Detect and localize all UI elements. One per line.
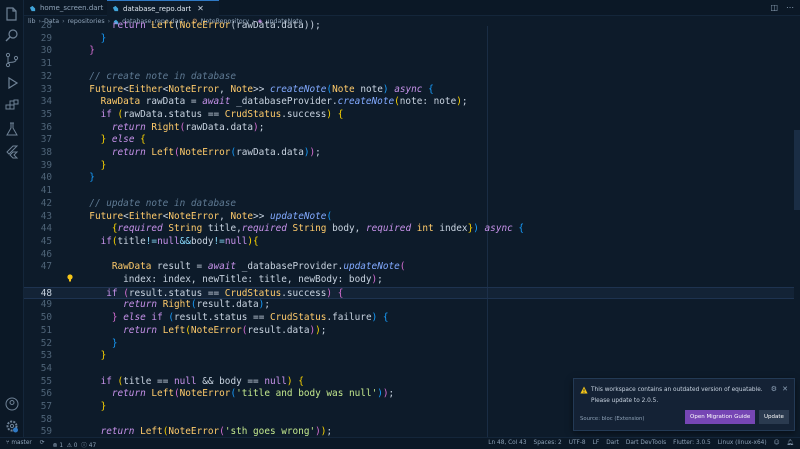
problems-count: 1 ⚠ 0 ⓘ 47 bbox=[59, 443, 97, 449]
code-line: 39 } bbox=[40, 159, 107, 171]
indentation[interactable]: Spaces: 2 bbox=[534, 440, 562, 446]
scrollbar-thumb[interactable] bbox=[794, 130, 800, 210]
code-line: 53 } bbox=[40, 350, 107, 362]
dart-file-icon bbox=[29, 5, 36, 11]
branch-indicator[interactable]: ⑂ master bbox=[6, 440, 32, 449]
tab-database-repo[interactable]: database_repo.dart ✕ bbox=[107, 0, 219, 16]
dart-devtools[interactable]: Dart DevTools bbox=[626, 440, 666, 446]
scrollbar[interactable] bbox=[794, 26, 800, 437]
split-editor-icon[interactable]: ◫ bbox=[770, 3, 778, 12]
open-migration-guide-button[interactable]: Open Migration Guide bbox=[685, 410, 756, 424]
warning-icon bbox=[580, 386, 588, 394]
notifications-icon[interactable]: 🔔︎ bbox=[787, 440, 794, 446]
code-line: 43 Future<Either<NoteError, Note>> updat… bbox=[40, 210, 333, 222]
language-mode[interactable]: Dart bbox=[606, 440, 619, 446]
dart-file-icon bbox=[112, 5, 119, 12]
notification-toast: This workspace contains an outdated vers… bbox=[573, 378, 795, 431]
code-line: 50 } else if (result.status == CrudStatu… bbox=[40, 312, 389, 324]
code-line: 44 {required String title,required Strin… bbox=[40, 223, 525, 235]
code-line: 38 return Left(NoteError(rawData.data)); bbox=[40, 147, 321, 158]
testing-icon[interactable] bbox=[4, 121, 20, 137]
tab-label: database_repo.dart bbox=[123, 4, 192, 13]
code-line: 47 RawData result = await _databaseProvi… bbox=[40, 261, 406, 273]
explorer-icon[interactable] bbox=[4, 6, 20, 22]
more-actions-icon[interactable]: ⋯ bbox=[786, 3, 794, 12]
error-icon: ⊗ bbox=[52, 443, 58, 449]
code-editor[interactable]: 28 return Left(NoteError(rawData.data));… bbox=[24, 20, 800, 437]
tab-bar: home_screen.dart database_repo.dart ✕ ◫ … bbox=[24, 0, 800, 16]
search-icon[interactable] bbox=[4, 28, 20, 44]
extensions-icon[interactable] bbox=[4, 98, 20, 114]
gear-icon[interactable]: ⚙ bbox=[771, 385, 777, 393]
code-line: 28 return Left(NoteError(rawData.data)); bbox=[40, 20, 321, 31]
notification-source: Source: bloc (Extension) bbox=[580, 416, 645, 422]
status-bar: ⑂ master ⟳ ⊗ 1 ⚠ 0 ⓘ 47 Ln 48, Col 43 Sp… bbox=[0, 437, 800, 449]
tab-home-screen[interactable]: home_screen.dart bbox=[24, 0, 107, 16]
code-line: 45 if(title!=null&&body!=null){ bbox=[40, 235, 259, 247]
code-line: 30 } bbox=[40, 45, 95, 57]
code-line: 33 Future<Either<NoteError, Note>> creat… bbox=[40, 83, 434, 95]
cursor-position[interactable]: Ln 48, Col 43 bbox=[488, 440, 526, 446]
code-line: 42 // update note in database bbox=[40, 197, 237, 209]
close-icon[interactable]: ✕ bbox=[782, 385, 788, 393]
activity-bar bbox=[0, 0, 24, 437]
current-line: 48 if (result.status == CrudStatus.succe… bbox=[24, 286, 794, 300]
code-line: 29 } bbox=[40, 32, 107, 44]
code-line: 31 bbox=[40, 58, 52, 70]
code-line: 37 } else { bbox=[40, 134, 146, 146]
flutter-version[interactable]: Flutter: 3.0.5 bbox=[673, 440, 711, 446]
code-line: 54 bbox=[40, 362, 52, 374]
device-selector[interactable]: Linux (linux-x64) bbox=[718, 440, 767, 446]
feedback-icon[interactable]: ☺ bbox=[774, 440, 780, 446]
code-line: 41 bbox=[40, 185, 52, 197]
settings-icon[interactable] bbox=[4, 418, 20, 434]
notification-message: Please update to 2.0.5. bbox=[591, 398, 659, 404]
flutter-icon[interactable] bbox=[4, 144, 20, 160]
encoding[interactable]: UTF-8 bbox=[569, 440, 586, 446]
source-control-icon[interactable] bbox=[4, 52, 20, 68]
git-branch-icon: ⑂ bbox=[6, 440, 10, 446]
close-icon[interactable]: ✕ bbox=[197, 4, 204, 13]
code-line: 34 RawData rawData = await _databaseProv… bbox=[40, 96, 468, 108]
tab-label: home_screen.dart bbox=[40, 4, 104, 12]
account-icon[interactable] bbox=[4, 396, 20, 412]
notification-message: This workspace contains an outdated vers… bbox=[591, 387, 763, 393]
lightbulb-icon[interactable] bbox=[67, 274, 73, 282]
code-line: 51 return Left(NoteError(result.data)); bbox=[40, 324, 327, 336]
code-line: 49 return Right(result.data); bbox=[40, 299, 270, 311]
branch-label: master bbox=[11, 440, 32, 446]
code-line: 46 bbox=[40, 248, 52, 260]
sync-icon[interactable]: ⟳ bbox=[40, 440, 45, 449]
update-button[interactable]: Update bbox=[759, 410, 789, 424]
code-line: index: index, newTitle: title, newBody: … bbox=[78, 274, 383, 285]
code-line: 52 } bbox=[40, 337, 118, 349]
code-line: 40 } bbox=[40, 172, 95, 184]
problems-indicator[interactable]: ⊗ 1 ⚠ 0 ⓘ 47 bbox=[53, 440, 97, 449]
code-line: 35 if (rawData.status == CrudStatus.succ… bbox=[40, 108, 344, 120]
run-debug-icon[interactable] bbox=[4, 75, 20, 91]
end-of-line[interactable]: LF bbox=[593, 440, 600, 446]
code-line: 36 return Right(rawData.data); bbox=[40, 121, 265, 133]
code-line: 32 // create note in database bbox=[40, 70, 237, 82]
